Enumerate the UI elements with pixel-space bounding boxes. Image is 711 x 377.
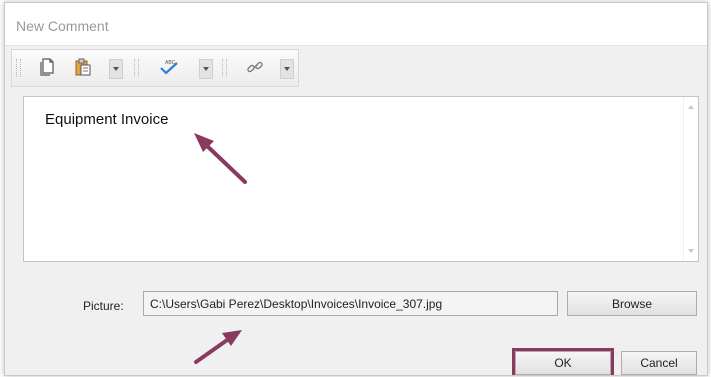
scroll-down-icon[interactable] [688, 249, 694, 253]
scroll-up-icon[interactable] [688, 105, 694, 109]
toolbar-grip[interactable] [16, 59, 21, 77]
title-bar: New Comment [5, 3, 707, 46]
new-comment-dialog: New Comment ABC Equipment Invoice Pictur… [4, 2, 708, 376]
paste-icon[interactable] [72, 56, 94, 78]
comment-text[interactable]: Equipment Invoice [45, 111, 168, 128]
picture-path-field[interactable]: C:\Users\Gabi Perez\Desktop\Invoices\Inv… [143, 291, 558, 316]
link-dropdown[interactable] [280, 59, 294, 79]
copy-icon[interactable] [36, 56, 58, 78]
spellcheck-dropdown[interactable] [199, 59, 213, 79]
dialog-title: New Comment [16, 18, 109, 34]
paste-dropdown[interactable] [109, 59, 123, 79]
toolbar-grip[interactable] [134, 59, 139, 77]
toolbar-grip[interactable] [222, 59, 227, 77]
toolbar: ABC [11, 49, 299, 87]
chevron-down-icon [284, 67, 290, 71]
editor-scrollbar[interactable] [683, 97, 698, 261]
picture-label: Picture: [83, 299, 124, 313]
comment-editor[interactable]: Equipment Invoice [23, 96, 699, 262]
ok-button[interactable]: OK [512, 348, 614, 375]
chevron-down-icon [203, 67, 209, 71]
cancel-button[interactable]: Cancel [621, 351, 697, 375]
link-icon[interactable] [244, 56, 266, 78]
chevron-down-icon [113, 67, 119, 71]
spellcheck-icon[interactable]: ABC [158, 56, 180, 78]
browse-button[interactable]: Browse [567, 291, 697, 316]
